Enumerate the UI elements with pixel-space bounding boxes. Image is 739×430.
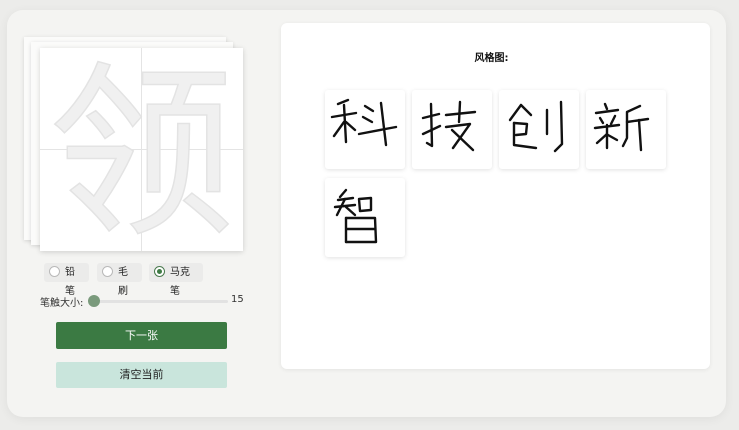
handwritten-char-zhi [333, 188, 378, 244]
brush-option-label: 铅笔 [65, 267, 75, 297]
stroke-size-value: 15 [231, 294, 244, 305]
template-character: 领 [48, 48, 236, 251]
radio-icon [49, 266, 60, 277]
handwritten-char-xin [593, 102, 650, 152]
style-sample-tile [499, 90, 579, 169]
style-sample-tile [412, 90, 492, 169]
radio-icon [102, 266, 113, 277]
clear-current-button[interactable]: 清空当前 [56, 362, 227, 388]
brush-option-brush[interactable]: 毛刷 [97, 263, 142, 297]
radio-selected-icon [154, 266, 165, 277]
style-sample-tile [325, 90, 405, 169]
handwritten-char-chuang [508, 100, 564, 153]
brush-option-pencil[interactable]: 铅笔 [44, 263, 89, 297]
brush-option-marker[interactable]: 马克笔 [149, 263, 203, 297]
style-sample-tile [586, 90, 666, 169]
stroke-size-label: 笔触大小: [40, 298, 84, 309]
stroke-size-slider-thumb[interactable] [88, 295, 100, 307]
brush-option-label: 毛刷 [118, 267, 128, 297]
handwritten-char-ke [330, 98, 398, 147]
next-button[interactable]: 下一张 [56, 322, 227, 349]
style-sample-tile [325, 178, 405, 257]
writing-canvas[interactable]: 领 [40, 48, 243, 251]
style-panel: 风格图: [281, 23, 710, 369]
handwritten-char-ji [421, 100, 477, 152]
style-panel-title: 风格图: [474, 53, 509, 64]
stroke-size-slider[interactable] [94, 300, 228, 303]
